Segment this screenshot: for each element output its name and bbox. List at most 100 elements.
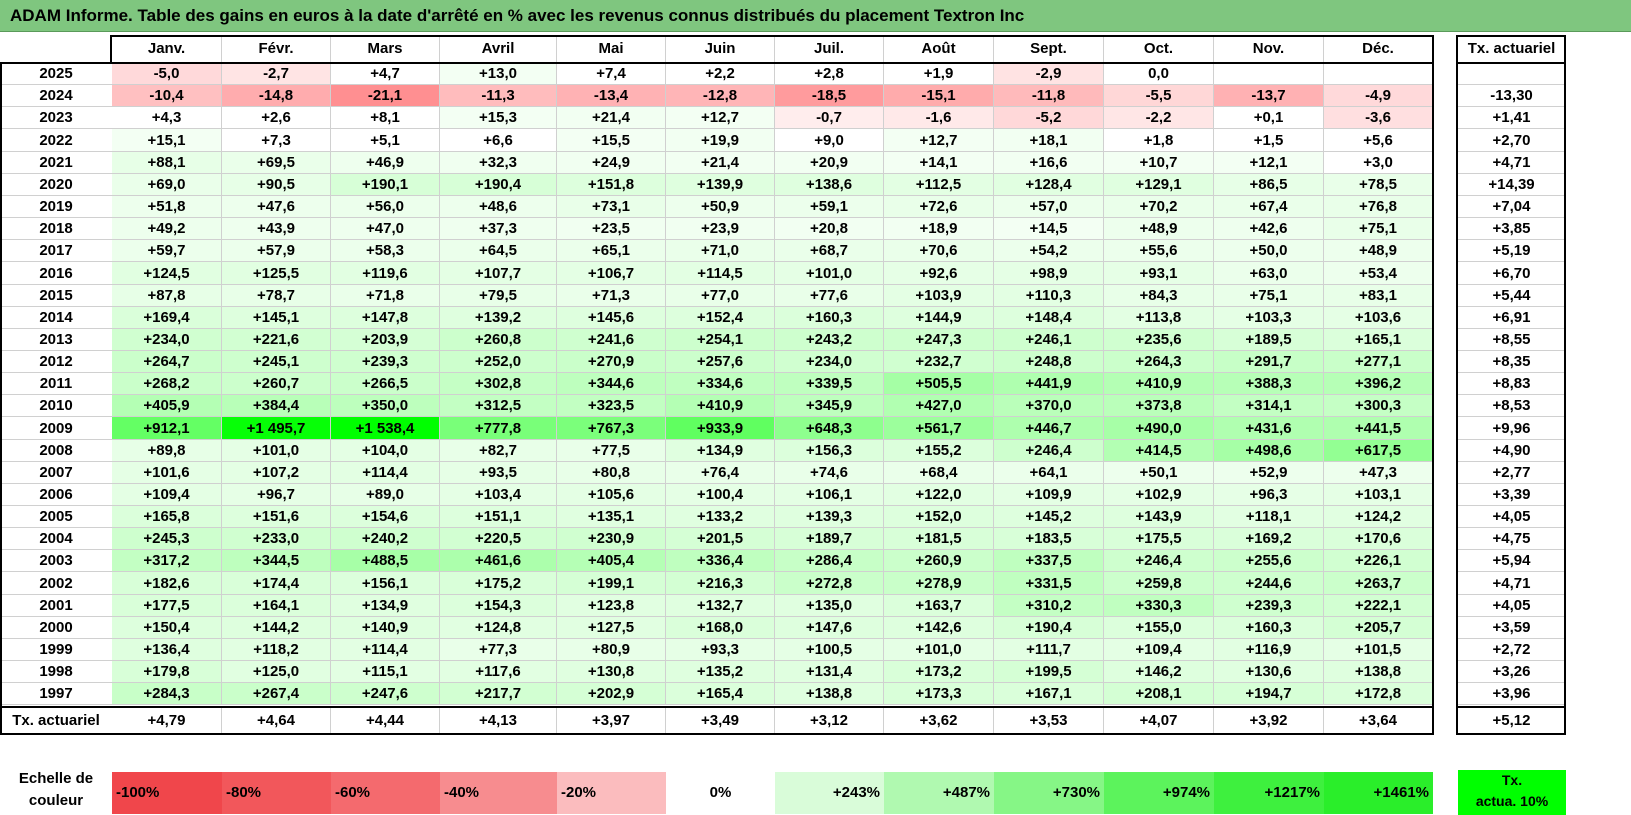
gain-cell: +300,3 (1324, 395, 1433, 417)
gain-cell: +244,6 (1214, 572, 1324, 595)
gain-cell: +259,8 (1104, 572, 1214, 595)
gain-cell: +109,4 (1104, 639, 1214, 661)
gain-cell: +145,1 (222, 307, 331, 329)
gain-cell: -2,9 (994, 63, 1104, 85)
gain-cell: +101,6 (112, 462, 222, 484)
gain-cell: +263,7 (1324, 572, 1433, 595)
gain-cell: +241,6 (557, 329, 666, 351)
gain-cell: +75,1 (1214, 285, 1324, 307)
gain-cell: +217,7 (440, 683, 557, 705)
legend-swatch: +730% (994, 772, 1104, 814)
gain-cell: +50,1 (1104, 462, 1214, 484)
gain-cell: +260,7 (222, 373, 331, 395)
gain-cell: +78,5 (1324, 174, 1433, 196)
gain-cell: +173,3 (884, 683, 994, 705)
gain-cell: +132,7 (666, 595, 775, 617)
gain-cell: +125,5 (222, 262, 331, 285)
month-header: Sept. (994, 35, 1104, 63)
gain-cell: +268,2 (112, 373, 222, 395)
gain-cell: +235,6 (1104, 329, 1214, 351)
row-year: 2015 (0, 285, 112, 307)
gain-cell: 0,0 (1104, 63, 1214, 85)
legend-swatch: +1217% (1214, 772, 1324, 814)
gain-cell: +344,5 (222, 550, 331, 572)
gain-cell: +24,9 (557, 152, 666, 174)
tx-cell: +7,04 (1458, 196, 1566, 218)
month-header: Mars (331, 35, 440, 63)
row-year: 2012 (0, 351, 112, 373)
row-year: 2005 (0, 506, 112, 528)
legend-actua-line2: actua. 10% (1475, 793, 1549, 809)
gain-cell: +9,0 (775, 129, 884, 152)
gain-cell: +150,4 (112, 617, 222, 639)
gain-cell: +172,8 (1324, 683, 1433, 705)
gain-cell: +1 538,4 (331, 417, 440, 440)
gain-cell: +173,2 (884, 661, 994, 683)
gain-cell: +617,5 (1324, 440, 1433, 462)
gain-cell: +240,2 (331, 528, 440, 550)
gain-cell: +248,8 (994, 351, 1104, 373)
tx-cell: +1,41 (1458, 107, 1566, 129)
gain-cell: +133,2 (666, 506, 775, 528)
page-title: ADAM Informe. Table des gains en euros à… (0, 0, 1631, 32)
gain-cell: +103,9 (884, 285, 994, 307)
gain-cell: -21,1 (331, 85, 440, 107)
month-header: Mai (557, 35, 666, 63)
gain-cell: +124,5 (112, 262, 222, 285)
tx-cell: +3,26 (1458, 661, 1566, 683)
gain-cell: +194,7 (1214, 683, 1324, 705)
gain-cell: +127,5 (557, 617, 666, 639)
gain-cell: +107,7 (440, 262, 557, 285)
gain-cell: +286,4 (775, 550, 884, 572)
tx-cell: +4,71 (1458, 152, 1566, 174)
gain-cell: -14,8 (222, 85, 331, 107)
row-year: 2010 (0, 395, 112, 417)
gain-cell: +103,1 (1324, 484, 1433, 506)
row-year: 2023 (0, 107, 112, 129)
footer-tx-total: +5,12 (1458, 707, 1566, 734)
gain-cell: +49,2 (112, 218, 222, 240)
gain-cell: +246,1 (994, 329, 1104, 351)
gain-cell: +247,3 (884, 329, 994, 351)
gain-cell: +145,6 (557, 307, 666, 329)
gain-cell: +21,4 (557, 107, 666, 129)
gain-cell: +100,4 (666, 484, 775, 506)
gain-cell: +155,0 (1104, 617, 1214, 639)
legend-swatch: +487% (884, 772, 994, 814)
gain-cell: +113,8 (1104, 307, 1214, 329)
footer-tx-cell: +3,53 (994, 707, 1104, 734)
gain-cell: +138,6 (775, 174, 884, 196)
gain-cell: +79,5 (440, 285, 557, 307)
gain-cell: +135,0 (775, 595, 884, 617)
gain-cell: +107,2 (222, 462, 331, 484)
row-year: 2000 (0, 617, 112, 639)
gain-cell: +93,5 (440, 462, 557, 484)
gain-cell: +103,6 (1324, 307, 1433, 329)
footer-tx-cell: +4,44 (331, 707, 440, 734)
gain-cell: +48,9 (1104, 218, 1214, 240)
tx-cell: +2,77 (1458, 462, 1566, 484)
gain-cell (1324, 63, 1433, 85)
tx-cell: +4,75 (1458, 528, 1566, 550)
gain-cell: +96,7 (222, 484, 331, 506)
gain-cell: +89,8 (112, 440, 222, 462)
gain-cell: +147,8 (331, 307, 440, 329)
gain-cell: +135,2 (666, 661, 775, 683)
tx-cell: +3,39 (1458, 484, 1566, 506)
gain-cell: +14,1 (884, 152, 994, 174)
gain-cell: +202,9 (557, 683, 666, 705)
gain-cell: +87,8 (112, 285, 222, 307)
gain-cell: +18,1 (994, 129, 1104, 152)
gain-cell: +260,8 (440, 329, 557, 351)
gain-cell: +230,9 (557, 528, 666, 550)
gain-cell: +169,2 (1214, 528, 1324, 550)
gain-cell: +129,1 (1104, 174, 1214, 196)
gain-cell: +123,8 (557, 595, 666, 617)
gain-cell: +152,4 (666, 307, 775, 329)
gain-cell: +405,9 (112, 395, 222, 417)
gain-cell: +410,9 (1104, 373, 1214, 395)
gain-cell: +118,1 (1214, 506, 1324, 528)
legend-actua-swatch: Tx. actua. 10% (1458, 770, 1566, 815)
gain-cell: +58,3 (331, 240, 440, 262)
gain-cell: +170,6 (1324, 528, 1433, 550)
